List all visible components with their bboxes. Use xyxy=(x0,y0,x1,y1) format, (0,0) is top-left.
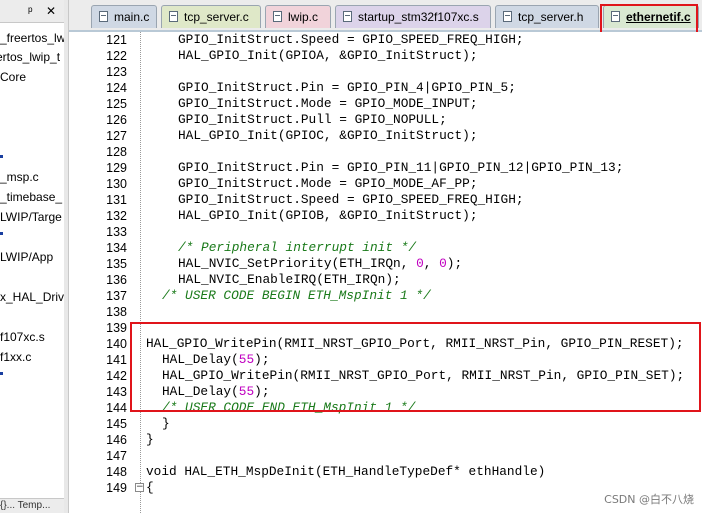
code-line: 134/* Peripheral interrupt init */ xyxy=(106,240,417,255)
project-panel-titlebar: ᵖ ✕ xyxy=(0,0,64,23)
code-line: 136 HAL_NVIC_EnableIRQ(ETH_IRQn); xyxy=(106,272,401,287)
project-panel: ᵖ ✕ _freertos_lw ertos_lwip_t Core _msp.… xyxy=(0,0,65,513)
code-line: 146} xyxy=(106,432,154,447)
code-line: 138 xyxy=(106,305,127,319)
file-icon xyxy=(273,11,282,22)
code-editor[interactable]: 121 GPIO_InitStruct.Speed = GPIO_SPEED_FR… xyxy=(69,32,702,513)
file-icon xyxy=(503,11,512,22)
code-line: 124 GPIO_InitStruct.Pin = GPIO_PIN_4|GPIO… xyxy=(106,80,516,95)
code-line: 131 GPIO_InitStruct.Speed = GPIO_SPEED_FR… xyxy=(106,192,524,207)
fold-toggle-icon[interactable]: − xyxy=(135,483,144,492)
code-line: 135 HAL_NVIC_SetPriority(ETH_IRQn, 0, 0); xyxy=(106,256,463,271)
tree-marker xyxy=(0,372,3,375)
tree-marker xyxy=(0,232,3,235)
file-icon xyxy=(343,11,352,22)
file-icon xyxy=(169,11,178,22)
code-line: 126 GPIO_InitStruct.Pull = GPIO_NOPULL; xyxy=(106,112,447,127)
code-line: 121 GPIO_InitStruct.Speed = GPIO_SPEED_FR… xyxy=(106,32,524,47)
tree-item[interactable]: Core xyxy=(0,70,26,84)
tree-item[interactable]: _msp.c xyxy=(0,170,39,184)
code-line: 122 HAL_GPIO_Init(GPIOA, &GPIO_InitStruct… xyxy=(106,48,478,63)
tab-main-c[interactable]: main.c xyxy=(91,5,157,28)
code-line: 127 HAL_GPIO_Init(GPIOC, &GPIO_InitStruct… xyxy=(106,128,478,143)
tree-item[interactable]: ertos_lwip_t xyxy=(0,50,60,64)
tree-item[interactable]: _freertos_lw xyxy=(0,31,64,45)
code-line: 125 GPIO_InitStruct.Mode = GPIO_MODE_INPU… xyxy=(106,96,478,111)
tab-label: startup_stm32f107xc.s xyxy=(358,10,479,24)
tree-item[interactable]: _timebase_ xyxy=(0,190,62,204)
tab-tcp-server-h[interactable]: tcp_server.h xyxy=(495,5,599,28)
tab-lwip-c[interactable]: lwip.c xyxy=(265,5,331,28)
tree-item[interactable]: LWIP/Targe xyxy=(0,210,62,224)
code-line: 133 xyxy=(106,225,127,239)
pin-icon[interactable]: ᵖ xyxy=(28,4,33,18)
tab-label: main.c xyxy=(114,10,150,24)
tab-startup-s[interactable]: startup_stm32f107xc.s xyxy=(335,5,491,28)
code-line: 148 void HAL_ETH_MspDeInit(ETH_HandleType… xyxy=(106,464,546,479)
panel-bottom-tabs[interactable]: {}... Temp... xyxy=(0,498,64,513)
tab-tcp-server-c[interactable]: tcp_server.c xyxy=(161,5,261,28)
code-line: 130 GPIO_InitStruct.Mode = GPIO_MODE_AF_P… xyxy=(106,176,478,191)
tab-label: lwip.c xyxy=(288,10,319,24)
annotation-box-code xyxy=(130,322,701,412)
tree-item[interactable]: LWIP/App xyxy=(0,250,53,264)
tree-marker xyxy=(0,155,3,158)
code-line: 145} xyxy=(106,416,170,431)
tree-item[interactable]: f107xc.s xyxy=(0,330,45,344)
file-icon xyxy=(99,11,108,22)
code-line: 123 xyxy=(106,65,127,79)
tree-item[interactable]: x_HAL_Driv xyxy=(0,290,64,304)
code-line: 132 HAL_GPIO_Init(GPIOB, &GPIO_InitStruct… xyxy=(106,208,478,223)
close-icon[interactable]: ✕ xyxy=(46,4,56,18)
code-line: 128 xyxy=(106,145,127,159)
tab-label: tcp_server.h xyxy=(518,10,584,24)
tab-label: tcp_server.c xyxy=(184,10,249,24)
code-line: 129 GPIO_InitStruct.Pin = GPIO_PIN_11|GPI… xyxy=(106,160,624,175)
code-line: 137/* USER CODE BEGIN ETH_MspInit 1 */ xyxy=(106,288,431,303)
tree-item[interactable]: f1xx.c xyxy=(0,350,31,364)
watermark: CSDN @白不八烧 xyxy=(604,493,694,506)
code-line: 147 xyxy=(106,449,127,463)
